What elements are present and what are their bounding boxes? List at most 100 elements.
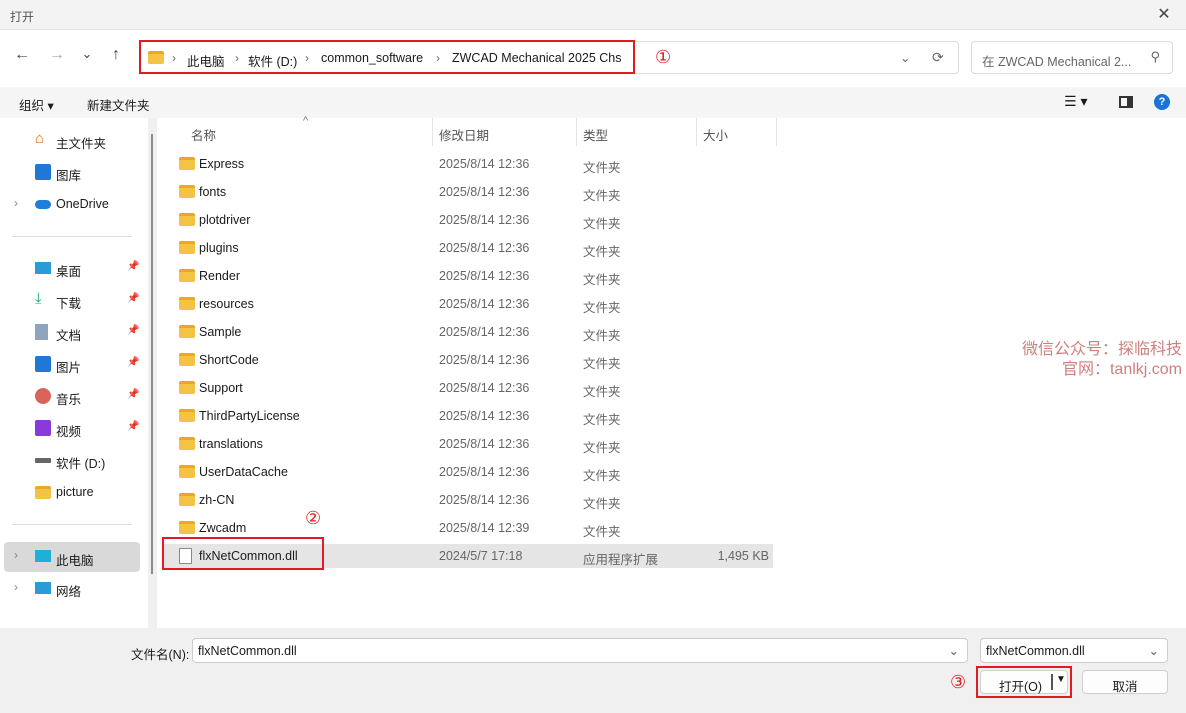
bottom-panel: 文件名(N): flxNetCommon.dll ⌄ flxNetCommon.d… [0, 628, 1186, 713]
search-input[interactable]: 在 ZWCAD Mechanical 2... ⚲ [971, 41, 1173, 74]
annotation-box-2 [162, 537, 324, 570]
navigation-pane: ⌂ 主文件夹 图库 › OneDrive 桌面 📌 ⤓ 下载 📌 文档 📌 图片 📌 音乐 📌 … [0, 118, 148, 628]
file-row[interactable]: fonts 2025/8/14 12:36 文件夹 [163, 180, 773, 204]
expand-icon[interactable]: › [14, 196, 18, 210]
file-name: translations [199, 437, 263, 451]
desktop-icon [35, 262, 51, 274]
file-row[interactable]: plugins 2025/8/14 12:36 文件夹 [163, 236, 773, 260]
file-date: 2025/8/14 12:36 [439, 241, 530, 255]
file-row[interactable]: translations 2025/8/14 12:36 文件夹 [163, 432, 773, 456]
file-type: 文件夹 [583, 245, 621, 259]
folder-icon [179, 185, 195, 198]
recent-locations-button[interactable]: ⌄ [76, 46, 98, 62]
sidebar-item-onedrive[interactable]: › OneDrive [0, 190, 148, 218]
sidebar-item-picture[interactable]: picture [0, 478, 148, 506]
column-header-size[interactable]: 大小 [703, 125, 728, 144]
pin-icon[interactable]: 📌 [127, 325, 139, 336]
file-row[interactable]: ThirdPartyLicense 2025/8/14 12:36 文件夹 [163, 404, 773, 428]
folder-icon [35, 486, 51, 499]
cloud-icon [35, 200, 51, 209]
video-icon [35, 420, 51, 436]
computer-icon [35, 550, 51, 562]
file-type: 文件夹 [583, 217, 621, 231]
sidebar-item-desktop[interactable]: 桌面 📌 [0, 254, 148, 282]
file-row[interactable]: zh-CN 2025/8/14 12:36 文件夹 [163, 488, 773, 512]
folder-icon [179, 353, 195, 366]
chevron-down-icon[interactable]: ⌄ [1149, 643, 1159, 658]
file-row[interactable]: plotdriver 2025/8/14 12:36 文件夹 [163, 208, 773, 232]
file-type: 文件夹 [583, 329, 621, 343]
file-date: 2025/8/14 12:36 [439, 157, 530, 171]
file-type: 文件夹 [583, 273, 621, 287]
file-type: 文件夹 [583, 441, 621, 455]
file-row[interactable]: Express 2025/8/14 12:36 文件夹 [163, 152, 773, 176]
up-button[interactable]: ↑ [105, 46, 127, 64]
sidebar-item-pictures[interactable]: 图片 📌 [0, 350, 148, 378]
folder-icon [179, 381, 195, 394]
chevron-down-icon[interactable]: ⌄ [949, 643, 959, 658]
folder-icon [179, 409, 195, 422]
gallery-icon [35, 164, 51, 180]
sidebar-item-drive-d[interactable]: 软件 (D:) [0, 446, 148, 474]
folder-icon [179, 269, 195, 282]
forward-button[interactable]: → [46, 46, 68, 64]
file-row[interactable]: Support 2025/8/14 12:36 文件夹 [163, 376, 773, 400]
file-name: plugins [199, 241, 239, 255]
file-type: 文件夹 [583, 525, 621, 539]
sidebar-scrollbar[interactable] [148, 118, 157, 628]
pin-icon[interactable]: 📌 [127, 389, 139, 400]
expand-icon[interactable]: › [14, 580, 18, 594]
filename-input[interactable]: flxNetCommon.dll ⌄ [192, 638, 968, 663]
file-type: 文件夹 [583, 357, 621, 371]
sidebar-item-downloads[interactable]: ⤓ 下载 📌 [0, 286, 148, 314]
sidebar-item-documents[interactable]: 文档 📌 [0, 318, 148, 346]
file-row[interactable]: ShortCode 2025/8/14 12:36 文件夹 [163, 348, 773, 372]
file-name: zh-CN [199, 493, 235, 507]
sidebar-item-music[interactable]: 音乐 📌 [0, 382, 148, 410]
file-date: 2025/8/14 12:36 [439, 409, 530, 423]
file-row[interactable]: UserDataCache 2025/8/14 12:36 文件夹 [163, 460, 773, 484]
file-type-filter[interactable]: flxNetCommon.dll ⌄ [980, 638, 1168, 663]
pictures-icon [35, 356, 51, 372]
expand-icon[interactable]: › [14, 548, 18, 562]
file-type: 文件夹 [583, 189, 621, 203]
toolbar: 组织 ▾ 新建文件夹 ☰ ▾ ? [0, 87, 1186, 118]
pin-icon[interactable]: 📌 [127, 261, 139, 272]
back-button[interactable]: ← [11, 46, 33, 64]
annotation-box-1 [139, 40, 635, 74]
file-date: 2025/8/14 12:36 [439, 493, 530, 507]
organize-menu[interactable]: 组织 ▾ [19, 95, 54, 114]
pin-icon[interactable]: 📌 [127, 421, 139, 432]
sidebar-item-this-pc[interactable]: › 此电脑 [4, 542, 140, 572]
view-options-icon[interactable]: ☰ ▾ [1064, 93, 1087, 110]
folder-icon [179, 437, 195, 450]
folder-icon [179, 521, 195, 534]
scrollbar-thumb[interactable] [151, 134, 153, 574]
sidebar-item-videos[interactable]: 视频 📌 [0, 414, 148, 442]
file-type: 文件夹 [583, 413, 621, 427]
annotation-3: ③ [950, 672, 967, 692]
address-dropdown-icon[interactable]: ⌄ [900, 50, 910, 65]
preview-pane-icon[interactable] [1119, 96, 1133, 108]
file-name: Sample [199, 325, 242, 339]
cancel-button[interactable]: 取消 [1082, 670, 1168, 694]
sidebar-item-home[interactable]: ⌂ 主文件夹 [0, 126, 148, 154]
drive-icon [35, 458, 51, 463]
sidebar-item-network[interactable]: › 网络 [0, 574, 148, 602]
file-row[interactable]: resources 2025/8/14 12:36 文件夹 [163, 292, 773, 316]
sidebar-item-gallery[interactable]: 图库 [0, 158, 148, 186]
column-header-name[interactable]: 名称 [191, 125, 216, 144]
refresh-button[interactable]: ⟳ [932, 49, 944, 66]
file-date: 2025/8/14 12:36 [439, 353, 530, 367]
watermark: 微信公众号：探临科技 官网：tanlkj.com [1021, 341, 1182, 378]
new-folder-button[interactable]: 新建文件夹 [87, 95, 150, 114]
file-row[interactable]: Sample 2025/8/14 12:36 文件夹 [163, 320, 773, 344]
file-row[interactable]: Render 2025/8/14 12:36 文件夹 [163, 264, 773, 288]
column-header-type[interactable]: 类型 [583, 125, 608, 144]
pin-icon[interactable]: 📌 [127, 293, 139, 304]
pin-icon[interactable]: 📌 [127, 357, 139, 368]
title-bar: 打开 ✕ [0, 0, 1186, 30]
help-icon[interactable]: ? [1154, 94, 1170, 110]
close-button[interactable]: ✕ [1152, 4, 1176, 24]
column-header-date[interactable]: 修改日期 [439, 125, 489, 144]
